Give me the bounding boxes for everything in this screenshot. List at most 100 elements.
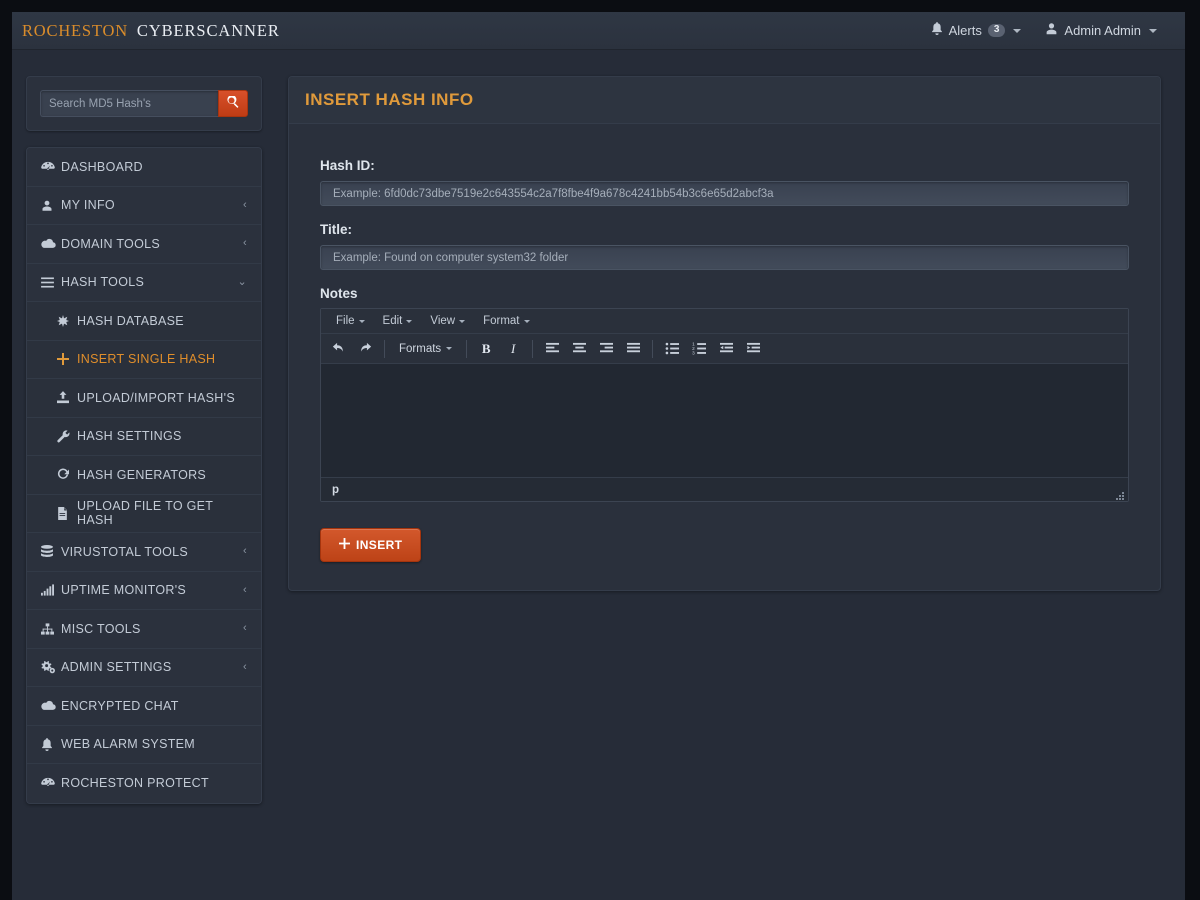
title-input[interactable] [320,245,1129,270]
upload-icon [57,391,77,404]
chevron-left-icon: ‹ [243,198,247,211]
outdent-icon[interactable] [713,337,739,361]
align-center-icon[interactable] [566,337,592,361]
align-left-icon[interactable] [539,337,565,361]
sidebar-item-dashboard[interactable]: DASHBOARD [27,148,261,187]
sidebar-item-label: VIRUSTOTAL TOOLS [61,544,189,559]
sidebar-item-label: INSERT SINGLE HASH [77,352,216,367]
align-justify-icon[interactable] [620,337,646,361]
search-input[interactable] [40,90,218,117]
editor-menu-view[interactable]: View [421,311,474,332]
sidebar-item-uptime-monitor-s[interactable]: UPTIME MONITOR'S ‹ [27,571,261,610]
sidebar-item-hash-database[interactable]: HASH DATABASE [27,302,261,341]
bell-icon [41,737,61,751]
editor-toolbar: Formats B I 1 2 3 [321,334,1128,364]
user-menu[interactable]: Admin Admin [1035,12,1167,50]
formats-dropdown[interactable]: Formats [391,337,460,361]
sidebar-item-misc-tools[interactable]: MISC TOOLS ‹ [27,610,261,649]
sidebar-item-domain-tools[interactable]: DOMAIN TOOLS ‹ [27,225,261,264]
insert-hash-panel: INSERT HASH INFO Hash ID: Title: Notes F… [288,76,1161,591]
bullet-list-icon[interactable] [659,337,685,361]
sidebar-item-upload-file-to-get-hash[interactable]: UPLOAD FILE TO GET HASH [27,494,261,533]
sidebar-item-virustotal-tools[interactable]: VIRUSTOTAL TOOLS ‹ [27,533,261,572]
brand-company: ROCHESTON [22,20,128,40]
sidebar-search-panel [26,76,262,131]
search-group [40,90,248,117]
sidebar-item-hash-tools[interactable]: HASH TOOLS ⌄ [27,263,261,302]
gears-icon [41,660,61,674]
editor-menubar: File Edit View Format [321,309,1128,334]
sidebar-item-web-alarm-system[interactable]: WEB ALARM SYSTEM [27,725,261,764]
sidebar-item-label: HASH DATABASE [77,313,184,328]
resize-handle[interactable] [1114,488,1125,500]
alerts-label: Alerts [948,22,982,38]
sidebar-item-hash-generators[interactable]: HASH GENERATORS [27,456,261,495]
notes-rich-text-editor: File Edit View Format Formats B I 1 2 3 … [320,308,1129,502]
navbar-right-group: Alerts 3 Admin Admin [921,12,1185,49]
brand-logo[interactable]: ROCHESTON CYBERSCANNER [12,21,280,41]
notes-label: Notes [320,286,358,301]
sitemap-icon [41,623,61,635]
sidebar-item-label: MISC TOOLS [61,621,141,636]
cloud-icon [41,700,61,711]
bold-icon: B [481,340,491,356]
numbered-list-icon[interactable]: 123 [686,337,712,361]
chevron-left-icon: ‹ [243,583,247,596]
editor-menu-edit[interactable]: Edit [374,311,422,332]
brand-product: CYBERSCANNER [136,20,280,40]
sidebar-item-label: HASH TOOLS [61,275,145,290]
search-button[interactable] [218,90,248,117]
chevron-down-icon [446,347,453,350]
refresh-icon [57,468,77,481]
sidebar-item-label: HASH GENERATORS [77,467,207,482]
notes-editable-area[interactable] [321,364,1128,477]
toolbar-separator [466,339,468,358]
align-right-icon[interactable] [593,337,619,361]
undo-icon[interactable] [325,337,351,361]
alerts-count-badge: 3 [987,24,1006,37]
bold-button[interactable]: B [473,337,499,361]
dashboard-icon [41,161,61,173]
hash-id-label: Hash ID: [320,158,375,173]
sidebar-item-label: UPTIME MONITOR'S [61,583,187,598]
alerts-menu[interactable]: Alerts 3 [921,12,1032,50]
sidebar-item-label: DOMAIN TOOLS [61,236,160,251]
sidebar-item-rocheston-protect[interactable]: ROCHESTON PROTECT [27,764,261,803]
insert-button[interactable]: INSERT [320,528,422,562]
cloud-icon [41,238,61,249]
editor-menu-label: File [336,314,355,327]
sidebar-item-my-info[interactable]: MY INFO ‹ [27,186,261,225]
editor-menu-file[interactable]: File [327,311,374,332]
toolbar-separator [652,339,654,358]
editor-status-bar: p [321,477,1128,501]
file-icon [57,506,77,520]
plus-icon [57,353,77,366]
panel-body: Hash ID: Title: Notes File Edit View Format [289,124,1160,590]
sidebar-item-encrypted-chat[interactable]: ENCRYPTED CHAT [27,687,261,726]
redo-icon[interactable] [352,337,378,361]
wrench-icon [57,430,77,443]
sidebar-item-label: UPLOAD/IMPORT HASH'S [77,390,235,405]
indent-icon[interactable] [740,337,766,361]
panel-header: INSERT HASH INFO [289,77,1160,124]
editor-menu-label: Format [483,314,520,327]
page-body: DASHBOARD MY INFO ‹ DOMAIN TOOLS ‹ HASH TOOLS… [12,50,1185,804]
sidebar-menu: DASHBOARD MY INFO ‹ DOMAIN TOOLS ‹ HASH TOOLS… [26,147,262,804]
hash-id-input[interactable] [320,181,1129,206]
dashboard-icon [41,777,61,789]
insert-button-label: INSERT [356,538,403,552]
signal-icon [41,584,61,596]
formats-label: Formats [399,342,442,355]
sidebar-item-hash-settings[interactable]: HASH SETTINGS [27,417,261,456]
chevron-down-icon [1013,28,1022,33]
user-icon [1045,12,1058,50]
sidebar-item-insert-single-hash[interactable]: INSERT SINGLE HASH [27,340,261,379]
chevron-down-icon [358,319,365,323]
element-path[interactable]: p [332,484,339,496]
editor-menu-format[interactable]: Format [474,311,538,332]
toolbar-separator [532,339,534,358]
application-window: ROCHESTON CYBERSCANNER Alerts 3 Admin Ad… [12,12,1185,900]
sidebar-item-admin-settings[interactable]: ADMIN SETTINGS ‹ [27,648,261,687]
sidebar-item-upload-import-hash-s[interactable]: UPLOAD/IMPORT HASH'S [27,379,261,418]
italic-button[interactable]: I [500,337,526,361]
